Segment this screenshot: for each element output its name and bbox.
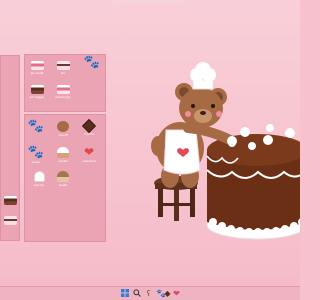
desktop-icon-paw[interactable]: 🐾 — [83, 55, 101, 70]
desktop-icon-sm-bigger[interactable]: sm bigger — [28, 85, 46, 99]
muffin-icon — [57, 171, 69, 182]
icon-label: sm bigger — [29, 95, 45, 99]
taskbar-heart-app[interactable]: ❤ — [172, 289, 181, 298]
taskbar-bear-app[interactable]: ʕ — [144, 289, 153, 298]
icon-group-top: go small sm 🐾 sm bigger pleasingly — [24, 54, 106, 112]
taskbar-search-button[interactable] — [132, 289, 141, 298]
heart-icon: ❤ — [173, 289, 180, 298]
icon-label: break — [58, 183, 68, 187]
icon-label: sheriff — [58, 133, 68, 137]
icon-label: valentine — [82, 159, 96, 163]
icon-label: pleasingly — [55, 95, 71, 99]
cake-slice-icon — [56, 85, 70, 94]
icon-label: vanilla — [58, 159, 68, 163]
cake-slice-icon — [30, 85, 44, 94]
desktop-icon-pleasingly[interactable]: pleasingly — [54, 85, 72, 99]
icon-label: quickly — [33, 183, 45, 187]
paw-print-icon: 🐾 — [27, 119, 45, 134]
chef-hat-icon — [33, 171, 45, 182]
paw-print-icon: 🐾 — [83, 55, 101, 70]
icon-label: go small — [30, 71, 44, 75]
desktop-icon-sm[interactable]: sm — [54, 61, 72, 75]
chocolate-icon: ◆ — [164, 289, 171, 298]
desktop-icon-paws[interactable]: 🐾 paws — [27, 145, 45, 164]
cake-slice-icon — [30, 61, 44, 70]
cupcake-icon — [57, 147, 69, 158]
cake-slice-icon — [3, 196, 17, 205]
bear-face-icon — [57, 121, 69, 132]
desktop-icon[interactable] — [1, 216, 19, 225]
cake-slice-icon — [56, 61, 70, 70]
start-icon — [120, 289, 129, 297]
chocolate-icon — [81, 118, 97, 134]
desktop-icon-sheriff[interactable]: sheriff — [54, 121, 72, 137]
taskbar: ʕ 🐾 ◆ ❤ — [0, 286, 300, 300]
paw-print-icon: 🐾 — [27, 145, 45, 160]
icon-group-main: 🐾 sheriff mocha 🐾 paws vanilla ❤ valenti… — [24, 114, 106, 242]
desktop-icon-vanilla[interactable]: vanilla — [54, 147, 72, 163]
desktop-icon-break[interactable]: break — [54, 171, 72, 187]
desktop-icon[interactable] — [1, 196, 19, 205]
heart-icon: ❤ — [83, 145, 95, 159]
desktop: go small sm 🐾 sm bigger pleasingly 🐾 she… — [0, 0, 300, 286]
desktop-icon-mocha[interactable]: mocha — [80, 118, 98, 136]
taskbar-chocolate-app[interactable]: ◆ — [163, 289, 172, 298]
start-button[interactable] — [120, 289, 129, 298]
desktop-icon-paw[interactable]: 🐾 — [27, 119, 45, 134]
icon-label: sm — [60, 71, 66, 75]
desktop-icon-quickly[interactable]: quickly — [30, 171, 48, 187]
left-icon-strip — [0, 55, 20, 241]
cake-slice-icon — [3, 216, 17, 225]
search-icon — [132, 289, 141, 297]
desktop-icon-valentine[interactable]: ❤ valentine — [80, 145, 98, 163]
bear-icon: ʕ — [146, 289, 151, 298]
icon-label: paws — [32, 160, 40, 164]
desktop-icon-go-small[interactable]: go small — [28, 61, 46, 75]
